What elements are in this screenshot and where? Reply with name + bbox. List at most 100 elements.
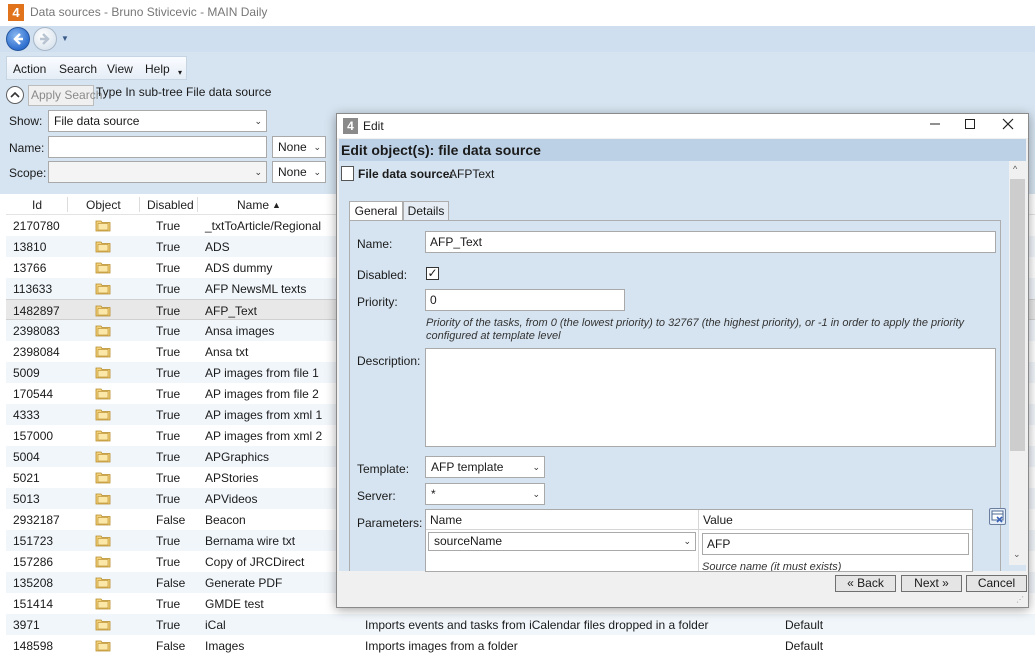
data-source-object-icon — [95, 260, 111, 274]
name-mode-select[interactable]: None ⌄ — [272, 136, 326, 158]
cell-id: 4333 — [13, 408, 40, 422]
cell-disabled: True — [156, 597, 181, 611]
cell-name: Ansa txt — [205, 345, 249, 359]
name-search-input[interactable] — [48, 136, 267, 158]
data-source-object-icon — [95, 491, 111, 505]
cell-disabled: True — [156, 429, 181, 443]
menu-search[interactable]: Search — [59, 62, 97, 76]
column-divider[interactable] — [67, 197, 68, 212]
next-step-button[interactable]: Next » — [901, 575, 962, 592]
back-button[interactable] — [6, 27, 30, 51]
column-header-object[interactable]: Object — [86, 198, 121, 212]
cell-id: 13810 — [13, 240, 47, 254]
show-select[interactable]: File data source ⌄ — [48, 110, 267, 132]
maximize-icon — [965, 119, 975, 129]
tab-details[interactable]: Details — [403, 201, 449, 221]
cell-name: Bernama wire txt — [205, 534, 296, 548]
file-data-source-checkbox[interactable] — [341, 166, 354, 181]
menu-overflow-icon[interactable]: ▾ — [178, 69, 182, 77]
cell-disabled: False — [156, 513, 186, 527]
data-source-object-icon — [95, 303, 111, 317]
param-name-value: sourceName — [434, 534, 503, 548]
cell-id: 151723 — [13, 534, 54, 548]
description-field-label: Description: — [357, 354, 421, 368]
delete-row-icon — [991, 510, 1004, 523]
cell-name: ADS — [205, 240, 230, 254]
dialog-footer: « Back Next » Cancel ⋰ — [339, 572, 1027, 606]
scope-mode-value: None — [278, 165, 307, 179]
cell-name: iCal — [205, 618, 226, 632]
show-label: Show: — [9, 114, 43, 128]
menu-action[interactable]: Action — [13, 62, 46, 76]
back-step-button[interactable]: « Back — [835, 575, 896, 592]
data-source-object-icon — [95, 512, 111, 526]
menu-help[interactable]: Help — [145, 62, 170, 76]
cell-name: Images — [205, 639, 245, 653]
chevron-down-icon: ⌄ — [313, 142, 321, 152]
delete-parameter-button[interactable] — [989, 508, 1006, 525]
scroll-down-icon[interactable]: ⌄ — [1013, 549, 1021, 560]
column-header-disabled[interactable]: Disabled — [147, 198, 194, 212]
name-field[interactable]: AFP_Text — [425, 231, 996, 253]
parameters-field-label: Parameters: — [357, 516, 423, 530]
priority-hint: Priority of the tasks, from 0 (the lowes… — [426, 317, 965, 342]
cell-id: 170544 — [13, 387, 54, 401]
cell-id: 1482897 — [13, 304, 60, 318]
scrollbar-thumb[interactable] — [1010, 179, 1025, 451]
data-source-object-icon — [95, 323, 111, 337]
cell-disabled: True — [156, 324, 181, 338]
window-titlebar: 4 Data sources - Bruno Stivicevic - MAIN… — [0, 0, 1035, 26]
cancel-button[interactable]: Cancel — [966, 575, 1027, 592]
cell-name: AFP_Text — [205, 304, 258, 318]
params-column-value: Value — [699, 510, 972, 530]
chevron-down-icon: ⌄ — [313, 167, 321, 177]
description-textarea[interactable] — [425, 348, 996, 447]
data-source-object-icon — [95, 449, 111, 463]
tab-general[interactable]: General — [349, 201, 403, 221]
apply-search-button[interactable]: Apply Search — [28, 85, 102, 106]
data-source-object-icon — [95, 575, 111, 589]
column-divider[interactable] — [197, 197, 198, 212]
disabled-field-label: Disabled: — [357, 268, 408, 282]
table-row[interactable]: 148598 False Images Imports images from a f… — [6, 635, 1035, 654]
dialog-title: Edit — [363, 119, 384, 133]
dialog-titlebar: 4 Edit — [337, 114, 1028, 138]
cell-disabled: True — [156, 408, 181, 422]
server-select[interactable]: * ⌄ — [425, 483, 545, 505]
minimize-button[interactable] — [920, 116, 950, 136]
cell-name: APGraphics — [205, 450, 270, 464]
close-button[interactable] — [993, 116, 1023, 136]
disabled-checkbox[interactable]: ✓ — [426, 267, 439, 280]
file-data-source-label: File data source: — [358, 167, 454, 181]
menu-view[interactable]: View — [107, 62, 133, 76]
resize-grip-icon[interactable]: ⋰ — [1016, 595, 1024, 604]
server-select-value: * — [431, 487, 436, 501]
table-row[interactable]: 3971 True iCal Imports events and tasks fro… — [6, 614, 1035, 635]
scroll-up-icon[interactable]: ^ — [1013, 164, 1017, 174]
cell-id: 2932187 — [13, 513, 60, 527]
forward-button[interactable] — [33, 27, 57, 51]
history-dropdown-icon[interactable]: ▼ — [61, 34, 69, 43]
priority-field[interactable]: 0 — [425, 289, 625, 311]
cell-id: 113633 — [13, 282, 53, 296]
template-select-value: AFP template — [431, 460, 504, 474]
scope-select[interactable]: ⌄ — [48, 161, 267, 183]
collapse-search-button[interactable] — [6, 86, 24, 104]
param-value-field[interactable]: AFP — [702, 533, 969, 555]
scope-label: Scope: — [9, 166, 47, 180]
template-select[interactable]: AFP template ⌄ — [425, 456, 545, 478]
cell-disabled: True — [156, 471, 181, 485]
param-name-select[interactable]: sourceName ⌄ — [428, 532, 696, 551]
priority-field-label: Priority: — [357, 295, 398, 309]
maximize-button[interactable] — [955, 116, 985, 136]
arrow-right-icon — [40, 33, 50, 45]
column-header-id[interactable]: Id — [32, 198, 42, 212]
data-source-object-icon — [95, 470, 111, 484]
cell-id: 2170780 — [13, 219, 60, 233]
column-divider[interactable] — [139, 197, 140, 212]
close-icon — [1002, 118, 1014, 130]
column-header-name[interactable]: Name — [237, 198, 269, 212]
scope-mode-select[interactable]: None ⌄ — [272, 161, 326, 183]
name-label: Name: — [9, 141, 45, 155]
dialog-scrollbar[interactable]: ^ ⌄ — [1009, 161, 1026, 565]
